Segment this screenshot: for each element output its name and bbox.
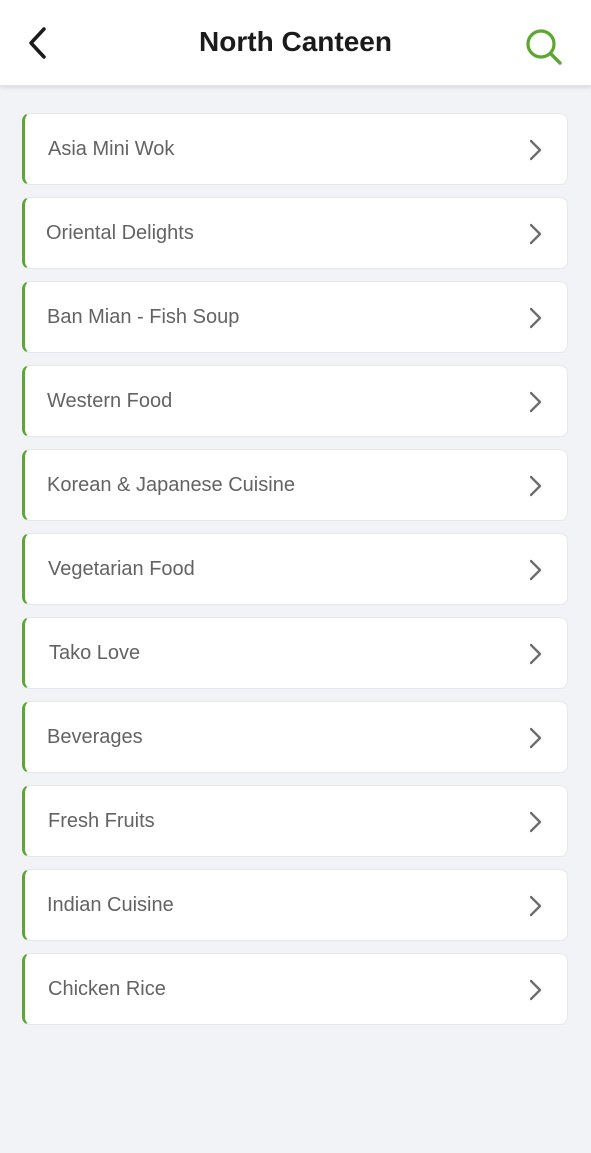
stall-label: Indian Cuisine (47, 894, 174, 916)
stall-item-oriental-delights[interactable]: Oriental Delights (22, 197, 568, 269)
chevron-right-icon (529, 559, 542, 581)
stall-label: Tako Love (49, 642, 141, 664)
stall-label: Oriental Delights (46, 222, 194, 244)
chevron-right-icon (529, 307, 542, 329)
chevron-right-icon (529, 391, 542, 413)
stall-item-korean-japanese-cuisine[interactable]: Korean & Japanese Cuisine (22, 449, 568, 521)
page-title: North Canteen (199, 26, 392, 57)
search-button[interactable] (520, 24, 568, 70)
chevron-right-icon (529, 895, 542, 917)
stall-item-ban-mian-fish-soup[interactable]: Ban Mian - Fish Soup (22, 281, 568, 353)
stall-label: Beverages (47, 726, 143, 748)
search-icon (526, 29, 562, 65)
stall-label: Vegetarian Food (48, 558, 195, 580)
chevron-right-icon (529, 223, 542, 245)
chevron-right-icon (529, 727, 542, 749)
chevron-right-icon (529, 475, 542, 497)
stall-item-fresh-fruits[interactable]: Fresh Fruits (22, 785, 568, 857)
chevron-right-icon (529, 643, 542, 665)
stall-item-chicken-rice[interactable]: Chicken Rice (22, 953, 568, 1025)
stall-list: Asia Mini Wok Oriental Delights Ban Mian… (22, 113, 568, 1037)
chevron-right-icon (529, 979, 542, 1001)
stall-item-vegetarian-food[interactable]: Vegetarian Food (22, 533, 568, 605)
chevron-right-icon (529, 811, 542, 833)
stall-label: Ban Mian - Fish Soup (47, 306, 240, 328)
chevron-right-icon (529, 139, 542, 161)
stall-label: Western Food (47, 390, 173, 412)
app-header: North Canteen (0, 0, 591, 86)
stall-label: Chicken Rice (48, 978, 166, 1000)
stall-label: Fresh Fruits (48, 810, 155, 832)
stall-item-western-food[interactable]: Western Food (22, 365, 568, 437)
stall-item-beverages[interactable]: Beverages (22, 701, 568, 773)
stall-item-tako-love[interactable]: Tako Love (22, 617, 568, 689)
stall-item-indian-cuisine[interactable]: Indian Cuisine (22, 869, 568, 941)
stall-label: Korean & Japanese Cuisine (47, 474, 295, 496)
stall-item-asia-mini-wok[interactable]: Asia Mini Wok (22, 113, 568, 185)
stall-label: Asia Mini Wok (48, 138, 175, 160)
